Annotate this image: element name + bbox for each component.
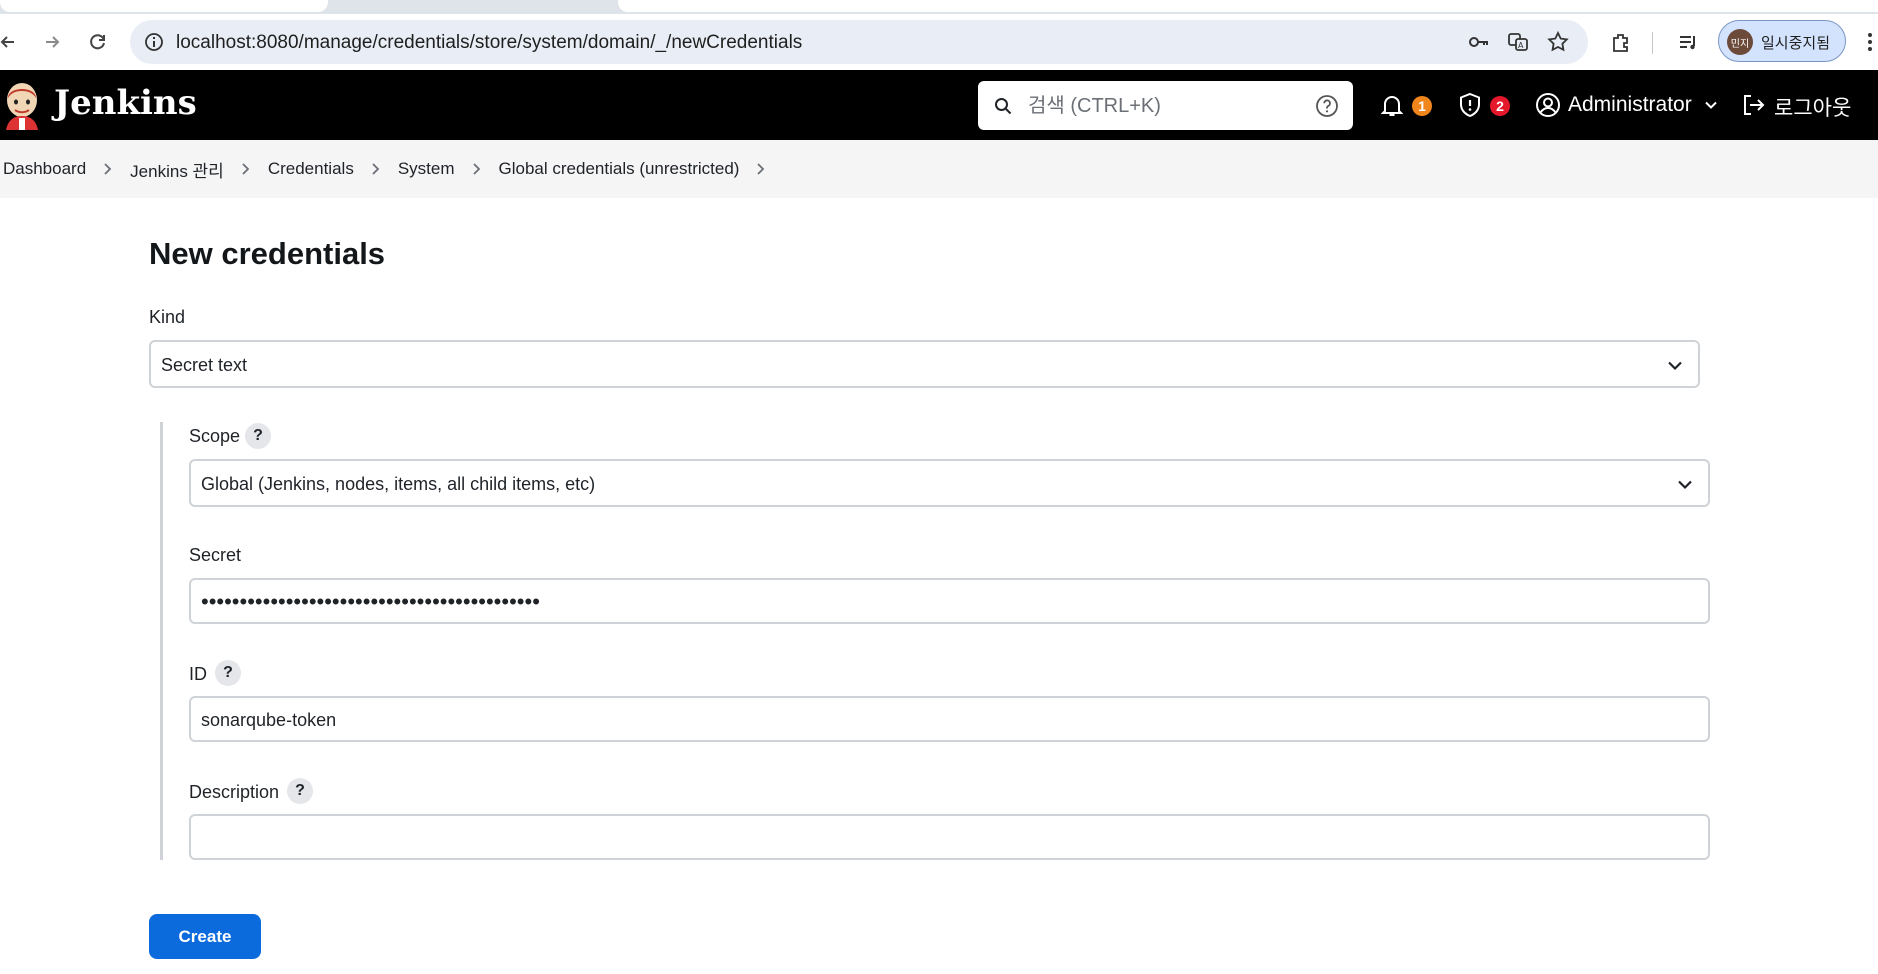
section-divider <box>160 422 163 860</box>
id-label: ID <box>189 664 207 684</box>
browser-tab-active[interactable] <box>618 0 1878 12</box>
browser-tabstrip <box>0 0 1878 14</box>
back-arrow-icon[interactable] <box>0 28 22 56</box>
description-label: Description <box>189 782 280 802</box>
create-button[interactable]: Create <box>149 914 261 959</box>
jenkins-logo-icon[interactable] <box>2 80 42 130</box>
url-text[interactable]: localhost:8080/manage/credentials/store/… <box>176 32 802 54</box>
id-field[interactable]: sonarqube-token <box>189 696 1710 742</box>
kind-label: Kind <box>149 307 186 327</box>
search-box <box>978 81 1353 130</box>
breadcrumb-item-manage-jenkins[interactable]: Jenkins 관리 <box>130 157 224 182</box>
svg-text:A: A <box>1518 41 1524 50</box>
toolbar-divider <box>1652 32 1653 54</box>
site-info-icon[interactable] <box>142 30 166 54</box>
browser-tab[interactable] <box>0 0 328 12</box>
chevron-down-icon <box>1664 354 1686 376</box>
scope-selected-value: Global (Jenkins, nodes, items, all child… <box>201 474 596 494</box>
chevron-right-icon[interactable] <box>739 159 783 179</box>
secret-field[interactable]: ••••••••••••••••••••••••••••••••••••••••… <box>189 578 1710 624</box>
breadcrumb-item-dashboard[interactable]: Dashboard <box>3 159 86 179</box>
kind-selected-value: Secret text <box>161 355 248 375</box>
secret-label: Secret <box>189 545 242 565</box>
scope-label: Scope <box>189 426 241 446</box>
chevron-right-icon[interactable] <box>455 159 499 179</box>
id-help-icon[interactable]: ? <box>215 660 241 686</box>
more-menu-icon[interactable] <box>1856 28 1878 56</box>
notifications-badge[interactable]: 1 <box>1412 96 1432 116</box>
avatar: 민지 <box>1727 29 1753 55</box>
profile-status: 일시중지됨 <box>1761 35 1831 52</box>
breadcrumb: Dashboard Jenkins 관리 Credentials System … <box>0 140 1878 198</box>
chevron-right-icon[interactable] <box>224 159 268 179</box>
search-input[interactable] <box>1028 91 1278 121</box>
reload-icon[interactable] <box>84 28 112 56</box>
forward-arrow-icon[interactable] <box>38 28 66 56</box>
scope-select[interactable]: Global (Jenkins, nodes, items, all child… <box>189 459 1710 507</box>
page-title: New credentials <box>149 236 386 271</box>
logout-link[interactable]: 로그아웃 <box>1774 92 1851 122</box>
jenkins-header: Jenkins 1 2 Administrator 로그아웃 <box>0 70 1878 140</box>
chevron-right-icon[interactable] <box>86 159 130 179</box>
user-name[interactable]: Administrator <box>1568 93 1692 117</box>
security-badge[interactable]: 2 <box>1490 96 1510 116</box>
media-controls-icon[interactable] <box>1674 28 1702 56</box>
secret-masked-value: ••••••••••••••••••••••••••••••••••••••••… <box>201 589 540 614</box>
scope-help-icon[interactable]: ? <box>245 423 271 449</box>
logout-icon[interactable] <box>1738 90 1768 120</box>
search-help-icon[interactable] <box>1314 93 1340 119</box>
chevron-down-icon <box>1674 473 1696 495</box>
description-field[interactable] <box>189 814 1710 860</box>
brand-name[interactable]: Jenkins <box>54 83 197 123</box>
search-icon <box>992 95 1014 117</box>
user-avatar-icon[interactable] <box>1533 90 1563 120</box>
security-shield-icon[interactable] <box>1455 90 1485 120</box>
kind-select[interactable]: Secret text <box>149 340 1700 388</box>
translate-icon[interactable]: A <box>1506 30 1530 54</box>
user-menu-chevron-down-icon[interactable] <box>1696 90 1726 120</box>
chevron-right-icon[interactable] <box>354 159 398 179</box>
address-bar[interactable]: localhost:8080/manage/credentials/store/… <box>130 20 1588 64</box>
bookmark-star-icon[interactable] <box>1546 30 1570 54</box>
browser-toolbar: localhost:8080/manage/credentials/store/… <box>0 14 1878 70</box>
extensions-icon[interactable] <box>1607 28 1635 56</box>
breadcrumb-item-system[interactable]: System <box>398 159 455 179</box>
notifications-bell-icon[interactable] <box>1377 90 1407 120</box>
description-help-icon[interactable]: ? <box>287 778 313 804</box>
id-value: sonarqube-token <box>201 710 337 730</box>
profile-chip[interactable]: 민지 일시중지됨 <box>1718 20 1846 62</box>
breadcrumb-item-credentials[interactable]: Credentials <box>268 159 354 179</box>
breadcrumb-item-global-credentials[interactable]: Global credentials (unrestricted) <box>499 159 740 179</box>
password-key-icon[interactable] <box>1466 30 1490 54</box>
